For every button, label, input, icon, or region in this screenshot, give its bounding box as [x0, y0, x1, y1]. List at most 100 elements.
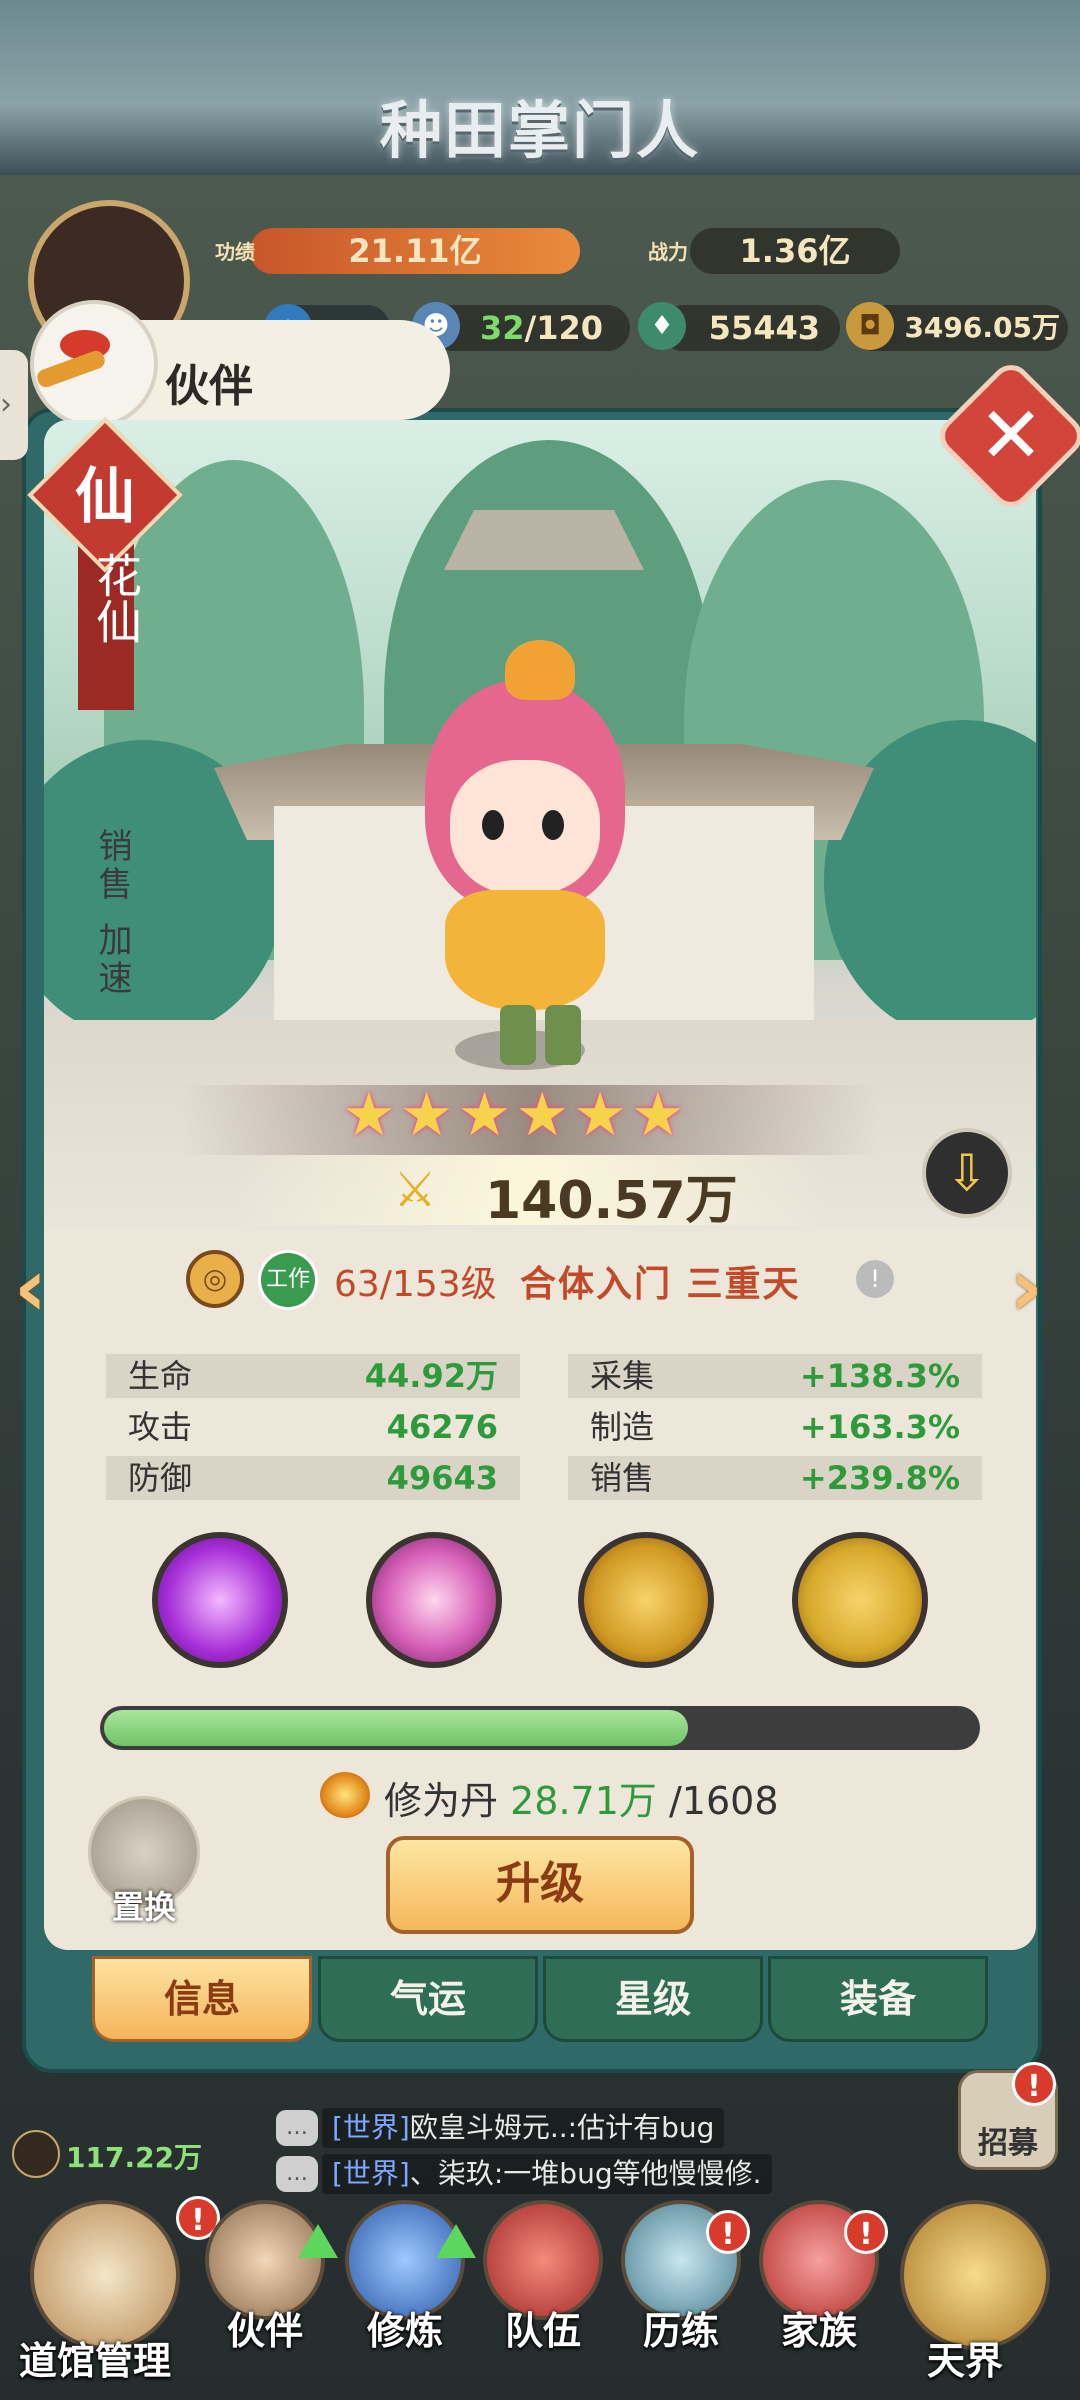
power-bar: 1.36亿 — [690, 228, 900, 274]
nav-label-team: 队伍 — [504, 2308, 581, 2353]
right-boot — [545, 1005, 581, 1065]
stat-defense-value: 49643 — [386, 1459, 498, 1497]
cultivate-upgrade-arrow-icon — [436, 2224, 476, 2258]
crossed-swords-icon: ⚔ — [393, 1162, 437, 1218]
upgrade-button[interactable]: 升级 — [386, 1836, 694, 1934]
download-skin-icon[interactable]: ⇩ — [922, 1128, 1012, 1218]
stat-defense-label: 防御 — [128, 1459, 193, 1497]
power-value: 1.36亿 — [739, 232, 851, 270]
nav-heaven[interactable]: 天界 — [900, 2200, 1050, 2383]
star-icon: ★ — [515, 1080, 570, 1150]
skill-tag-speed: 加速 — [92, 922, 132, 998]
tab-equipment[interactable]: 装备 — [768, 1956, 988, 2042]
stat-attack: 攻击 46276 — [106, 1405, 520, 1449]
prev-partner-arrow[interactable]: ‹ — [14, 1248, 74, 1328]
cherry-blossom-skill-icon[interactable] — [366, 1532, 502, 1668]
chat-bubble-icon: … — [276, 2110, 318, 2146]
flower-crown-icon — [505, 640, 575, 700]
realm-text: 合体入门 三重天 — [520, 1264, 801, 1305]
tab-info[interactable]: 信息 — [92, 1956, 312, 2042]
distant-pavilion — [444, 510, 644, 570]
nav-label-cultivate: 修炼 — [366, 2308, 443, 2353]
game-logo: 种田掌门人 — [380, 94, 701, 167]
exp-progress-fill — [104, 1710, 688, 1746]
star-icon: ★ — [399, 1080, 454, 1150]
stat-attack-label: 攻击 — [128, 1408, 193, 1446]
purple-feather-skill-icon[interactable] — [152, 1532, 288, 1668]
merit-bar: 21.11亿 — [250, 228, 580, 274]
star-icon: ★ — [573, 1080, 627, 1150]
chat-message-2[interactable]: [世界]、柒玖:一堆bug等他慢慢修. — [322, 2154, 772, 2194]
skill-tag-sales: 销售 — [92, 828, 132, 904]
bead-necklace-icon[interactable] — [578, 1532, 714, 1668]
tab-fortune[interactable]: 气运 — [318, 1956, 538, 2042]
close-x-icon[interactable]: ✕ — [955, 380, 1067, 492]
nav-trials-alert: ! — [706, 2210, 750, 2254]
right-eye — [542, 810, 564, 840]
stat-craft: 制造 +163.3% — [568, 1405, 982, 1449]
heaven-palace-icon — [900, 2200, 1050, 2350]
stat-craft-value: +163.3% — [799, 1408, 960, 1446]
stat-sales-value: +239.8% — [799, 1459, 960, 1497]
cultivation-pill-icon — [320, 1772, 370, 1818]
pill-have: 28.71万 — [510, 1779, 657, 1823]
chat-channel-1: [世界] — [332, 2111, 410, 2144]
star-icon: ★ — [630, 1080, 685, 1150]
stat-attack-value: 46276 — [386, 1408, 498, 1446]
panel-title: 伙伴 — [165, 361, 253, 412]
tab-star-level[interactable]: 星级 — [543, 1956, 763, 2042]
recruit-label[interactable]: 招募 — [958, 2118, 1058, 2162]
stat-sales: 销售 +239.8% — [568, 1456, 982, 1500]
left-boot — [500, 1005, 536, 1065]
side-drawer-arrow-icon[interactable]: › — [0, 350, 28, 460]
pill-cost: 修为丹 28.71万 /1608 — [384, 1770, 779, 1825]
stat-craft-label: 制造 — [590, 1408, 655, 1446]
resource-a-value: 55443 — [708, 309, 820, 347]
merit-value: 21.11亿 — [348, 232, 482, 270]
rank-badge-text: 仙 — [75, 462, 135, 532]
power-label: 战力 — [648, 240, 688, 264]
disciples-count: 32 — [480, 309, 525, 347]
stat-hp: 生命 44.92万 — [106, 1354, 520, 1398]
stat-hp-label: 生命 — [128, 1357, 193, 1395]
bead-necklace-upgrade-icon[interactable] — [792, 1532, 928, 1668]
swap-label[interactable]: 置换 — [88, 1882, 200, 1928]
nav-label-dojo: 道馆管理 — [18, 2338, 171, 2383]
recruit-alert-badge: ! — [1012, 2062, 1056, 2106]
chat-text-2: 、柒玖:一堆bug等他慢慢修. — [409, 2157, 762, 2190]
nav-dojo-management[interactable]: 道馆管理 — [19, 2200, 180, 2383]
nav-team[interactable]: 队伍 — [478, 2200, 608, 2380]
coin-icon: ◘ — [846, 302, 894, 350]
chat-message-1[interactable]: [世界]欧皇斗姆元..:估计有bug — [322, 2108, 725, 2148]
nav-label-partner: 伙伴 — [226, 2308, 303, 2353]
partner-name: 花仙 — [89, 552, 143, 644]
character-dress — [445, 890, 605, 1010]
stat-sales-label: 销售 — [590, 1459, 655, 1497]
partner-upgrade-arrow-icon — [298, 2224, 338, 2258]
chat-text-1: 欧皇斗姆元..:估计有bug — [409, 2111, 715, 2144]
nav-label-trials: 历练 — [642, 2308, 719, 2353]
star-icon: ★ — [457, 1080, 512, 1150]
coins-value: 3496.05万 — [904, 311, 1060, 344]
nav-label-family: 家族 — [780, 2308, 857, 2353]
pill-need: /1608 — [669, 1779, 779, 1823]
player-score: 117.22万 — [66, 2141, 203, 2174]
element-swirl-icon[interactable]: ◎ — [186, 1250, 244, 1308]
info-icon[interactable]: ! — [856, 1260, 894, 1298]
disciples-counter: 32/120 — [430, 305, 630, 351]
level-text: 63/153级 — [334, 1264, 497, 1305]
jade-icon: ♦ — [638, 302, 686, 350]
resource-a-counter: 55443 — [660, 305, 840, 351]
stat-gather-label: 采集 — [590, 1357, 655, 1395]
character-face — [450, 760, 600, 895]
stat-hp-value: 44.92万 — [364, 1357, 498, 1395]
pill-label: 修为丹 — [384, 1779, 499, 1823]
player-mini-avatar[interactable] — [12, 2130, 60, 2178]
stat-gather: 采集 +138.3% — [568, 1354, 982, 1398]
job-tag-badge: 工作 — [258, 1250, 318, 1310]
stars-container: ★★★★★★ — [340, 1080, 740, 1160]
stat-defense: 防御 49643 — [106, 1456, 520, 1500]
star-icon: ★ — [342, 1080, 396, 1150]
next-partner-arrow[interactable]: › — [1010, 1248, 1070, 1328]
chat-channel-2: [世界] — [332, 2157, 410, 2190]
